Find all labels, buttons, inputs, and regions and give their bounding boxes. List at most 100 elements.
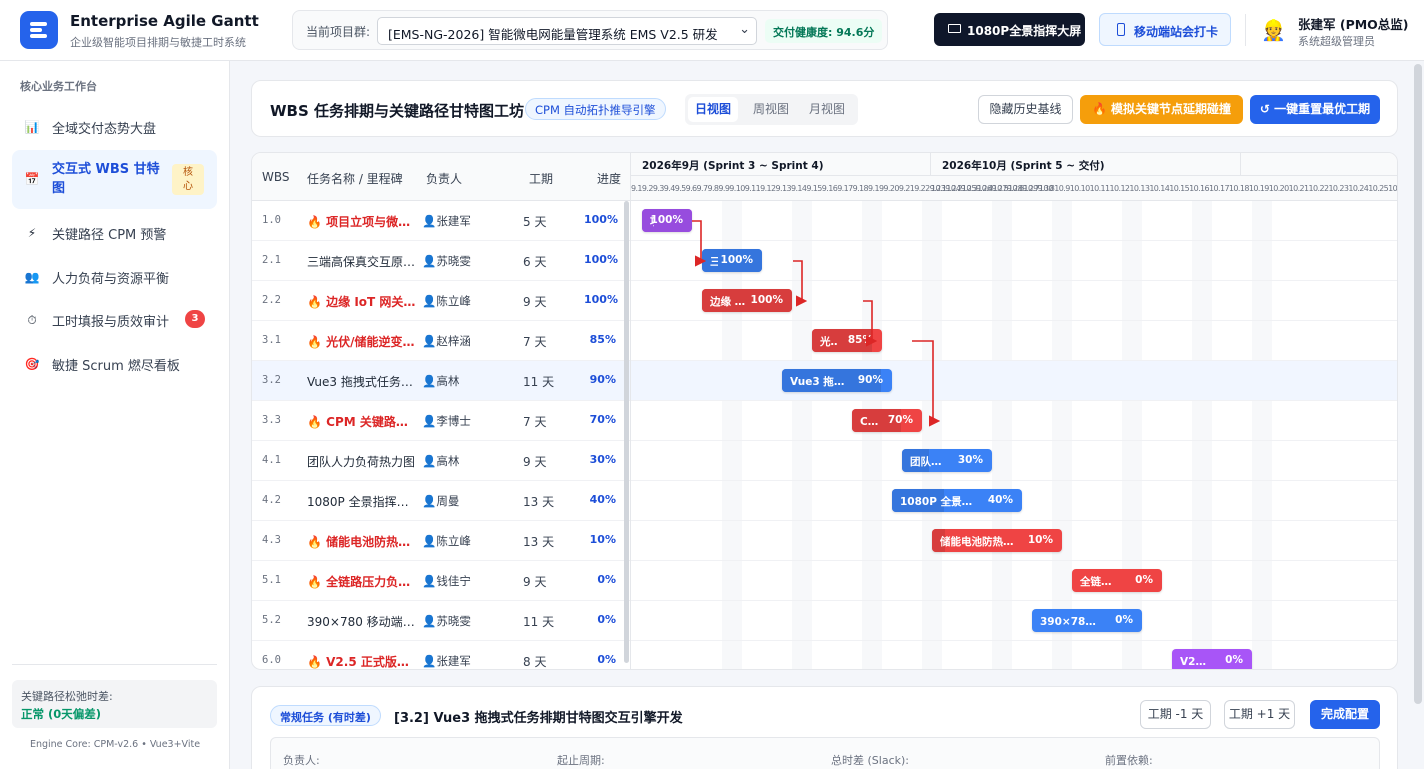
page-scrollbar[interactable] — [1414, 64, 1422, 704]
task-type-badge: 常规任务 (有时差) — [270, 705, 381, 726]
hide-baseline-button[interactable]: 隐藏历史基线 — [978, 95, 1073, 124]
duration-plus-button[interactable]: 工期 +1 天 — [1224, 700, 1295, 729]
duration-minus-button[interactable]: 工期 -1 天 — [1140, 700, 1211, 729]
tab-day-view[interactable]: 日视图 — [688, 97, 738, 122]
gantt-bar[interactable]: Vue3 拖拽式任务排期引擎 90% — [782, 369, 892, 392]
gantt-bar[interactable]: 团队人力负荷热力图 30% — [902, 449, 992, 472]
task-duration: 13 天 — [523, 535, 555, 549]
task-detail-panel: 常规任务 (有时差) [3.2] Vue3 拖拽式任务排期甘特图交互引擎开发 工… — [251, 686, 1398, 769]
sidebar-item-resources[interactable]: 👥 人力负荷与资源平衡 — [12, 256, 217, 298]
person-icon: 👤 — [422, 214, 437, 228]
top-header: Enterprise Agile Gantt 企业级智能项目排期与敏捷工时系统 … — [0, 0, 1424, 61]
task-name[interactable]: 🔥 项目立项与微电网架构设计 — [307, 213, 417, 230]
mobile-checkin-button[interactable]: 移动端站会打卡 — [1099, 13, 1231, 46]
task-name[interactable]: 🔥 全链路压力负载测试 — [307, 573, 417, 590]
table-row[interactable]: 5.1 🔥 全链路压力负载测试 👤钱佳宁 9 天 0% 全链路压力负载测试 0% — [252, 561, 1397, 601]
task-progress: 0% — [597, 573, 616, 586]
task-progress: 30% — [589, 453, 616, 466]
tab-month-view[interactable]: 月视图 — [802, 97, 852, 122]
task-name-text: 全链路压力负载测试 — [326, 575, 417, 589]
gantt-bar[interactable]: 全链路压力负载测试 0% — [1072, 569, 1162, 592]
table-row[interactable]: 6.0🔥 V2.5 正式版本交付上线👤张建军8 天0%V2.5 正式版本交付上线… — [252, 641, 1397, 669]
task-name[interactable]: 390×780 移动端敏捷打卡 — [307, 613, 417, 630]
sidebar-item-scrum[interactable]: 🎯 敏捷 Scrum 燃尽看板 — [12, 343, 217, 385]
fire-icon: 🔥 — [307, 655, 322, 669]
task-name[interactable]: 🔥 V2.5 正式版本交付上线 — [307, 653, 417, 669]
gantt-bar[interactable]: 光伏/储能逆变器控制策略 85% — [812, 329, 882, 352]
column-header-name: 任务名称 / 里程碑 — [307, 172, 403, 186]
task-wbs: 4.1 — [262, 454, 281, 466]
table-row[interactable]: 3.1 🔥 光伏/储能逆变器控制策略 👤赵梓涵 7 天 85% 光伏/储能逆变器控制策略 8… — [252, 321, 1397, 361]
month-divider — [1240, 153, 1241, 175]
user-role: 系统超级管理员 — [1298, 35, 1375, 48]
fullscreen-dashboard-label: 1080P全景指挥大屏 — [967, 24, 1082, 38]
table-row[interactable]: 4.21080P 全景指挥数据大屏👤周曼13 天40%1080P 全景指挥数据大… — [252, 481, 1397, 521]
complete-config-button[interactable]: 完成配置 — [1310, 700, 1380, 729]
task-wbs: 5.1 — [262, 574, 281, 586]
task-name[interactable]: 1080P 全景指挥数据大屏 — [307, 493, 417, 510]
notification-badge: 3 — [185, 310, 205, 328]
gantt-bar[interactable]: 三端高保真交互原型设计100% — [702, 249, 762, 272]
day-ruler: 9.19.29.39.49.59.69.79.89.99.109.119.129… — [631, 175, 1397, 201]
task-name[interactable]: 三端高保真交互原型设计 — [307, 253, 417, 270]
person-icon: 👤 — [422, 294, 437, 308]
gantt-bar-percent: 100% — [650, 214, 683, 226]
table-row[interactable]: 2.2🔥 边缘 IoT 网关协议适配👤陈立峰9 天100%边缘 IoT 网关协议… — [252, 281, 1397, 321]
task-name[interactable]: 🔥 边缘 IoT 网关协议适配 — [307, 293, 417, 310]
task-duration: 11 天 — [523, 615, 555, 629]
fire-icon: 🔥 — [307, 575, 322, 589]
reset-schedule-button[interactable]: ↺ 一键重置最优工期 — [1250, 95, 1380, 124]
sidebar-item-timesheet[interactable]: ⏱ 工时填报与质效审计 3 — [12, 299, 217, 341]
gantt-bar[interactable]: 390×780 移动端敏捷打卡 0% — [1032, 609, 1142, 632]
task-progress: 100% — [584, 293, 618, 306]
gantt-bar-label: 团队人力负荷热力图 — [910, 456, 948, 468]
sidebar-item-gantt[interactable]: 📅 交互式 WBS 甘特图 核心 — [12, 150, 217, 209]
table-row[interactable]: 3.2Vue3 拖拽式任务排期引擎👤高林11 天90%Vue3 拖拽式任务排期引… — [252, 361, 1397, 401]
tab-week-view[interactable]: 周视图 — [746, 97, 796, 122]
sidebar-item-dashboard[interactable]: 📊 全域交付态势大盘 — [12, 106, 217, 148]
fire-icon: 🔥 — [307, 535, 322, 549]
gantt-bar-label: 光伏/储能逆变器控制策略 — [820, 336, 838, 348]
gantt-bar-percent: 10% — [1027, 534, 1053, 546]
table-row[interactable]: 3.3 🔥 CPM 关键路径推导算法 👤李博士 7 天 70% CPM 关键路径推导算法 7… — [252, 401, 1397, 441]
table-row[interactable]: 1.0🔥 项目立项与微电网架构设计👤张建军5 天100%项目立项与微电网架构设计… — [252, 201, 1397, 241]
task-wbs: 4.2 — [262, 494, 281, 506]
gantt-bar[interactable]: 项目立项与微电网架构设计100% — [642, 209, 692, 232]
fire-icon: 🔥 — [307, 215, 322, 229]
task-list-scrollbar[interactable] — [624, 201, 629, 663]
project-select[interactable]: [EMS-NG-2026] 智能微电网能量管理系统 EMS V2.5 研发 ⌄ — [377, 17, 757, 45]
field-period-label: 起止周期: — [557, 754, 605, 767]
task-name[interactable]: 🔥 CPM 关键路径推导算法 — [307, 413, 417, 430]
gantt-bar[interactable]: V2.5 正式版本交付上线 0% — [1172, 649, 1252, 669]
simulate-delay-button[interactable]: 🔥 模拟关键节点延期碰撞 — [1080, 95, 1243, 124]
gantt-bar-percent: 40% — [987, 494, 1013, 506]
gantt-chart: WBS 任务名称 / 里程碑 负责人 工期 进度 2026年9月 (Sprint… — [251, 152, 1398, 670]
gantt-bar[interactable]: 边缘 IoT 网关协议适配100% — [702, 289, 792, 312]
gantt-bar[interactable]: 1080P 全景指挥数据大屏 40% — [892, 489, 1022, 512]
project-label: 当前项目群: — [306, 25, 371, 39]
table-row[interactable]: 5.2390×780 移动端敏捷打卡👤苏晓雯11 天0%390×780 移动端敏… — [252, 601, 1397, 641]
table-row[interactable]: 2.1三端高保真交互原型设计👤苏晓雯6 天100%三端高保真交互原型设计100% — [252, 241, 1397, 281]
task-name[interactable]: 🔥 光伏/储能逆变器控制策略 — [307, 333, 417, 350]
avatar[interactable]: 👷 — [1261, 17, 1286, 43]
page-title: WBS 任务排期与关键路径甘特图工坊 — [270, 102, 525, 120]
task-name[interactable]: 🔥 储能电池防热失控预警 — [307, 533, 417, 550]
task-name[interactable]: Vue3 拖拽式任务排期引擎 — [307, 373, 417, 390]
month-divider — [930, 153, 931, 175]
stopwatch-icon: ⏱ — [27, 313, 37, 327]
task-wbs: 4.3 — [262, 534, 281, 546]
table-row[interactable]: 4.1 团队人力负荷热力图 👤高林 9 天 30% 团队人力负荷热力图 30% — [252, 441, 1397, 481]
task-name[interactable]: 团队人力负荷热力图 — [307, 453, 417, 470]
field-dependency-label: 前置依赖: — [1105, 754, 1153, 767]
table-row[interactable]: 4.3 🔥 储能电池防热失控预警 👤陈立峰 13 天 10% 储能电池防热失控预警 10% — [252, 521, 1397, 561]
task-wbs: 6.0 — [262, 654, 281, 666]
fullscreen-dashboard-button[interactable]: 1080P全景指挥大屏 — [934, 13, 1085, 46]
sidebar-item-label: 交互式 WBS 甘特图 — [52, 162, 160, 196]
gantt-bar[interactable]: 储能电池防热失控预警 10% — [932, 529, 1062, 552]
gantt-bar[interactable]: CPM 关键路径推导算法 70% — [852, 409, 922, 432]
task-owner: 👤高林 — [422, 373, 459, 389]
task-name-text: 项目立项与微电网架构设计 — [326, 215, 417, 229]
sidebar-item-cpm[interactable]: ⚡ 关键路径 CPM 预警 — [12, 212, 217, 254]
brand-subtitle: 企业级智能项目排期与敏捷工时系统 — [70, 36, 246, 49]
lightning-icon: ⚡ — [27, 226, 37, 240]
